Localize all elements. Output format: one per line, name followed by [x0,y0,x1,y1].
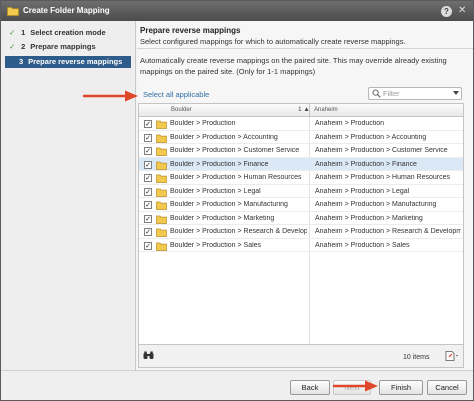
target-folder-cell: Anaheim > Production > Human Resources [315,174,451,181]
check-icon: ✓ [9,42,16,51]
grid-header: Boulder 1 ▲ Anaheim [139,104,463,117]
folder-icon [156,120,167,131]
source-folder-cell: Boulder > Production [170,120,236,127]
select-all-applicable-link[interactable]: Select all applicable [143,90,209,99]
folder-icon [156,242,167,253]
step-label: Select creation mode [30,28,106,37]
filter-placeholder: Filter [383,89,400,98]
target-folder-cell: Anaheim > Production > Manufacturing [315,201,437,208]
target-folder-cell: Anaheim > Production > Marketing [315,214,423,222]
folder-icon [156,228,167,239]
dialog-title: Create Folder Mapping [23,6,110,15]
source-folder-cell: Boulder > Production > Legal [170,187,261,195]
table-row[interactable]: ✓ Boulder > Production > Human Resources A… [139,171,463,185]
filter-input[interactable]: Filter [368,87,462,100]
finish-button[interactable]: Finish [379,380,423,395]
source-folder-cell: Boulder > Production > Customer Service [170,147,300,154]
table-row[interactable]: ✓ Boulder > Production > Customer Service… [139,144,463,158]
mappings-grid: Boulder 1 ▲ Anaheim ✓ Boulder > Productio… [138,103,464,368]
search-icon [372,89,381,98]
callout-arrow-icon [83,90,138,102]
row-checkbox[interactable]: ✓ [144,214,152,223]
grid-footer: 10 items [139,344,463,367]
table-row[interactable]: ✓ Boulder > Production > Finance Anaheim >… [139,157,463,172]
export-icon[interactable] [445,351,459,361]
step-prepare-mappings[interactable]: ✓ 2 Prepare mappings [5,41,131,53]
row-checkbox[interactable]: ✓ [144,120,152,128]
folder-icon [156,174,167,185]
table-row[interactable]: ✓ Boulder > Production Anaheim > Productio… [139,117,463,131]
row-checkbox[interactable]: ✓ [144,174,152,182]
folder-icon [7,7,19,16]
dialog-footer: Back Next Finish Cancel [1,370,473,400]
close-icon[interactable]: ✕ [458,5,466,16]
target-folder-cell: Anaheim > Production > Research & Develo… [315,228,461,235]
target-folder-cell: Anaheim > Production > Customer Service [315,147,448,154]
cancel-button[interactable]: Cancel [427,380,467,395]
target-folder-cell: Anaheim > Production > Finance [315,160,417,168]
row-checkbox[interactable]: ✓ [144,187,152,196]
target-folder-cell: Anaheim > Production > Sales [315,241,410,249]
check-icon: ✓ [9,28,16,37]
page-subtitle: Select configured mappings for which to … [140,37,406,46]
table-row[interactable]: ✓ Boulder > Production > Research & Devel… [139,225,463,239]
folder-icon [156,161,167,172]
row-checkbox[interactable]: ✓ [144,201,152,209]
item-count: 10 items [403,354,430,361]
row-checkbox[interactable]: ✓ [144,228,152,236]
callout-arrow-icon [333,380,378,392]
source-folder-cell: Boulder > Production > Accounting [170,133,278,141]
source-folder-cell: Boulder > Production > Sales [170,241,262,249]
main-content: Prepare reverse mappings Select configur… [137,21,473,370]
table-row[interactable]: ✓ Boulder > Production > Legal Anaheim > P… [139,185,463,199]
folder-icon [156,215,167,226]
folder-icon [156,147,167,158]
page-header: Prepare reverse mappings Select configur… [137,21,473,49]
source-folder-cell: Boulder > Production > Finance [170,160,269,168]
table-row[interactable]: ✓ Boulder > Production > Manufacturing Ana… [139,198,463,212]
step-label: Prepare mappings [30,42,96,51]
create-folder-mapping-dialog: Create Folder Mapping ? ✕ ✓ 1 Select cre… [0,0,474,401]
folder-icon [156,201,167,212]
table-row[interactable]: ✓ Boulder > Production > Marketing Anaheim… [139,212,463,226]
back-button[interactable]: Back [290,380,330,395]
table-row[interactable]: ✓ Boulder > Production > Accounting Anahei… [139,131,463,145]
step-number: 3 [19,57,24,66]
source-folder-cell: Boulder > Production > Marketing [170,214,275,222]
source-folder-cell: Boulder > Production > Research & Develo… [170,228,307,235]
column-header-anaheim[interactable]: Anaheim [314,107,338,113]
folder-icon [156,188,167,199]
page-title: Prepare reverse mappings [140,26,241,35]
binoculars-icon[interactable] [143,351,154,360]
step-number: 2 [21,42,26,51]
column-divider[interactable] [309,104,310,117]
title-bar[interactable]: Create Folder Mapping ? ✕ [1,1,473,21]
target-folder-cell: Anaheim > Production > Accounting [315,133,427,141]
step-prepare-reverse-mappings[interactable]: 3 Prepare reverse mappings [5,56,131,68]
wizard-steps: ✓ 1 Select creation mode ✓ 2 Prepare map… [1,21,136,370]
table-row[interactable]: ✓ Boulder > Production > Sales Anaheim > P… [139,239,463,253]
help-icon[interactable]: ? [441,6,452,17]
step-number: 1 [21,28,26,37]
page-description: Automatically create reverse mappings on… [140,56,447,76]
step-select-creation-mode[interactable]: ✓ 1 Select creation mode [5,27,131,39]
target-folder-cell: Anaheim > Production > Legal [315,187,410,195]
row-checkbox[interactable]: ✓ [144,133,152,142]
target-folder-cell: Anaheim > Production [315,120,385,127]
column-header-boulder[interactable]: Boulder [171,107,192,113]
row-checkbox[interactable]: ✓ [144,160,152,169]
step-label: Prepare reverse mappings [28,57,123,66]
folder-icon [156,134,167,145]
row-checkbox[interactable]: ✓ [144,147,152,155]
row-checkbox[interactable]: ✓ [144,241,152,250]
source-folder-cell: Boulder > Production > Human Resources [170,174,302,181]
chevron-down-icon[interactable] [453,91,459,95]
source-folder-cell: Boulder > Production > Manufacturing [170,201,288,208]
